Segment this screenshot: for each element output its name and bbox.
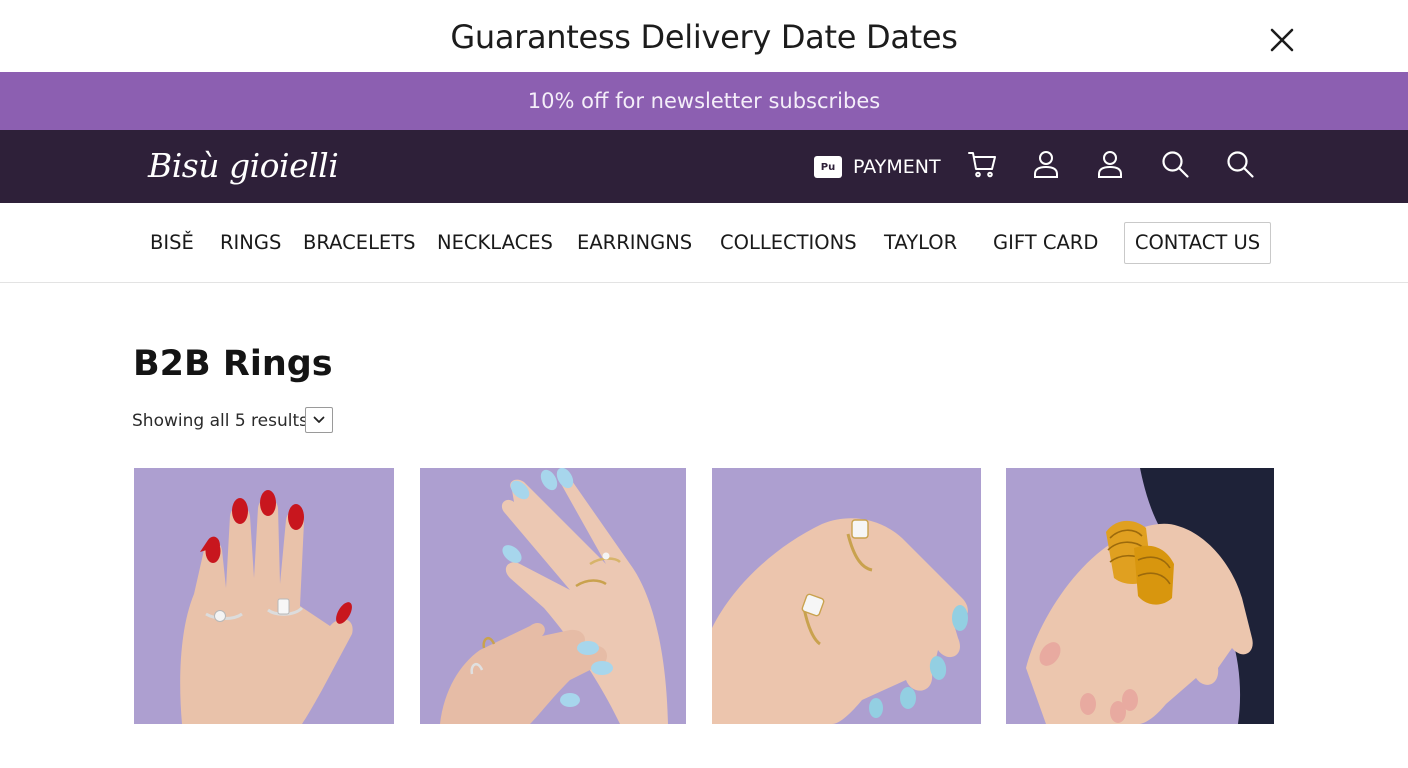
product-card[interactable] [712, 468, 981, 724]
main-nav: BISĚ RINGS BRACELETS NECKLACES EARRINGNS… [0, 203, 1408, 283]
nav-item-gift-card[interactable]: GIFT CARD [993, 231, 1098, 255]
delivery-banner-title: Guarantess Delivery Date Dates [450, 18, 958, 56]
product-image [712, 468, 981, 724]
payment-button[interactable]: Pu PAYMENT [814, 152, 941, 182]
nav-item-rings[interactable]: RINGS [220, 231, 281, 255]
nav-item-necklaces[interactable]: NECKLACES [437, 231, 553, 255]
search-icon[interactable] [1159, 148, 1191, 180]
product-image [1006, 468, 1274, 724]
product-image [134, 468, 394, 724]
sort-dropdown[interactable] [305, 407, 333, 433]
nav-item-taylor[interactable]: TAYLOR [884, 231, 957, 255]
promo-text[interactable]: 10% off for newsletter subscribes [0, 88, 1408, 114]
top-bar: Guarantess Delivery Date Dates [0, 0, 1408, 72]
cart-icon[interactable] [966, 148, 998, 180]
page-title: B2B Rings [133, 344, 333, 384]
account-icon[interactable] [1094, 148, 1126, 180]
search-icon[interactable] [1224, 148, 1256, 180]
chevron-down-icon [313, 416, 325, 423]
payment-label: PAYMENT [853, 156, 941, 178]
site-header: Bisù gioielli Pu PAYMENT [0, 130, 1408, 203]
nav-item-bise[interactable]: BISĚ [150, 231, 194, 255]
product-card[interactable] [1006, 468, 1274, 724]
nav-item-bracelets[interactable]: BRACELETS [303, 231, 416, 255]
product-card[interactable] [134, 468, 394, 724]
product-card[interactable] [420, 468, 686, 724]
result-count: Showing all 5 results [132, 411, 309, 431]
close-icon[interactable] [1264, 22, 1300, 58]
product-image [420, 468, 686, 724]
site-logo[interactable]: Bisù gioielli [148, 146, 339, 186]
payment-card-icon: Pu [814, 156, 842, 178]
user-icon[interactable] [1030, 148, 1062, 180]
nav-item-collections[interactable]: COLLECTIONS [720, 231, 857, 255]
nav-item-earrings[interactable]: EARRINGNS [577, 231, 692, 255]
contact-us-button[interactable]: CONTACT US [1124, 222, 1271, 264]
promo-banner[interactable]: 10% off for newsletter subscribes [0, 72, 1408, 130]
